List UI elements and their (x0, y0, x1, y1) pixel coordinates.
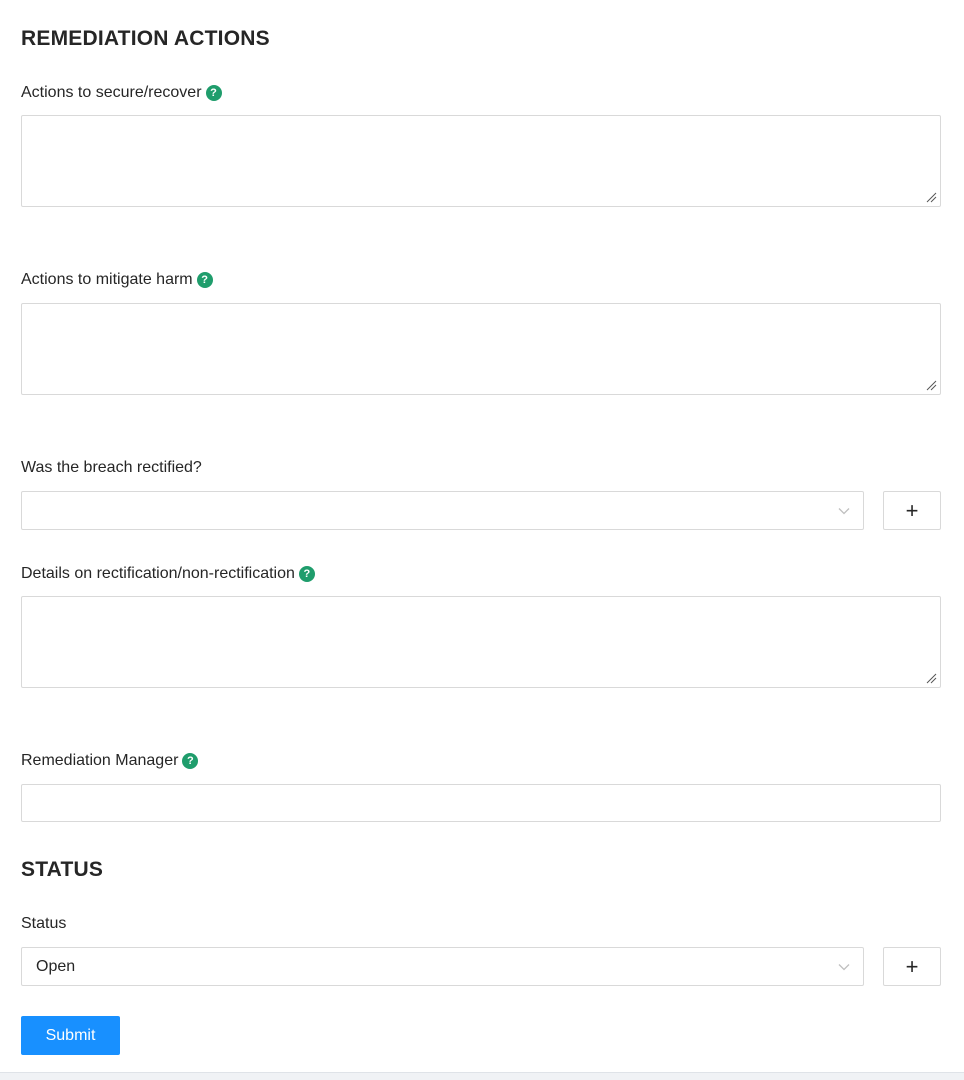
secure-recover-textarea[interactable] (21, 115, 941, 207)
chevron-down-icon (838, 964, 850, 971)
remediation-section-title: REMEDIATION ACTIONS (21, 27, 270, 50)
mitigate-harm-label: Actions to mitigate harm ? (21, 271, 213, 289)
form-page: REMEDIATION ACTIONS Actions to secure/re… (0, 0, 964, 1080)
breach-rectified-label: Was the breach rectified? (21, 459, 202, 477)
mitigate-harm-textarea[interactable] (21, 303, 941, 395)
remediation-manager-label-text: Remediation Manager (21, 752, 179, 769)
status-label-text: Status (21, 915, 67, 932)
chevron-down-icon (838, 508, 850, 515)
status-label: Status (21, 915, 66, 933)
rectification-details-textarea[interactable] (21, 596, 941, 688)
status-section-title: STATUS (21, 858, 104, 881)
question-icon[interactable]: ? (298, 566, 315, 582)
page-bottom-edge (0, 1072, 964, 1080)
status-add-button[interactable]: + (883, 947, 941, 986)
breach-rectified-select[interactable] (21, 491, 864, 530)
secure-recover-label-text: Actions to secure/recover (21, 84, 202, 101)
rectification-details-label: Details on rectification/non-rectificati… (21, 565, 315, 583)
status-select[interactable]: Open (21, 947, 864, 986)
question-icon[interactable]: ? (196, 272, 213, 288)
mitigate-harm-label-text: Actions to mitigate harm (21, 271, 193, 288)
remediation-manager-input[interactable] (21, 784, 941, 822)
plus-icon: + (905, 497, 919, 523)
resize-grip-icon[interactable] (925, 379, 937, 391)
breach-rectified-add-button[interactable]: + (883, 491, 941, 530)
question-icon[interactable]: ? (182, 753, 199, 769)
plus-icon: + (905, 953, 919, 979)
resize-grip-icon[interactable] (925, 672, 937, 684)
status-value: Open (36, 957, 76, 975)
secure-recover-label: Actions to secure/recover ? (21, 84, 222, 102)
rectification-details-label-text: Details on rectification/non-rectificati… (21, 565, 295, 582)
remediation-manager-label: Remediation Manager ? (21, 752, 199, 770)
question-icon[interactable]: ? (205, 85, 222, 101)
resize-grip-icon[interactable] (925, 191, 937, 203)
breach-rectified-label-text: Was the breach rectified? (21, 459, 202, 476)
submit-button[interactable]: Submit (21, 1016, 120, 1055)
